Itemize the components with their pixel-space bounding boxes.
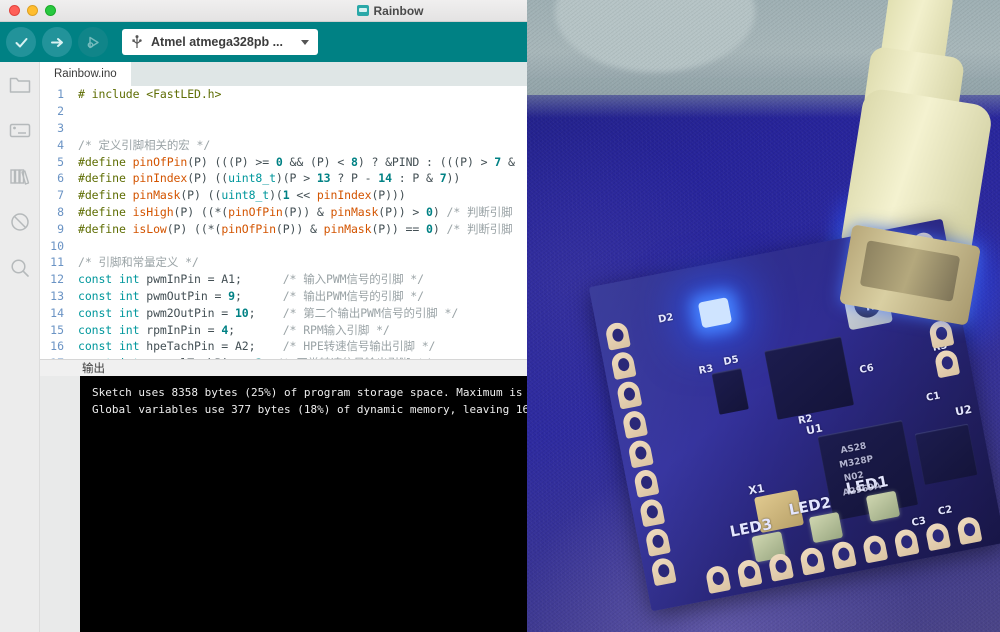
screenshot-root: Rainbow Atmel atmega328pb ... Rainbow.in… [0,0,1000,632]
window-title-text: Rainbow [373,3,424,18]
output-title: 输出 [82,363,105,375]
output-header: 输出 [40,359,540,376]
tab-label: Rainbow.ino [54,68,117,80]
line-number: 10 [50,238,64,253]
line-number: 14 [50,305,64,320]
code-line: 12 const int pwmInPin = A1; /* 输入PWM信号的引脚… [40,271,540,288]
code-line: 3 [40,120,540,137]
code-line: 6 #define pinIndex(P) ((uint8_t)(P > 13 ?… [40,170,540,187]
line-number: 9 [57,221,64,236]
code-text: const int hpeTachPin = A2; /* HPE转速信号输出引… [78,339,436,354]
code-text: #define pinIndex(P) ((uint8_t)(P > 13 ? … [78,171,461,186]
ide-body: Rainbow.ino 1 # include <FastLED.h> 2 3 4 /* … [0,62,540,632]
code-text: const int normalTachPin = 3; /* 正常转速信号输出… [78,355,431,359]
line-number: 12 [50,272,64,287]
sidebar-item-debug[interactable] [8,210,32,234]
code-text: /* 引脚和常量定义 */ [78,255,199,270]
line-number: 3 [57,120,64,135]
code-line: 16 const int hpeTachPin = A2; /* HPE转速信号输… [40,338,540,355]
verify-button[interactable] [6,27,36,57]
line-number: 5 [57,154,64,169]
line-number: 13 [50,288,64,303]
circle-slash-icon [10,213,29,231]
sidebar-item-library-manager[interactable] [8,164,32,188]
console-line: Sketch uses 8358 bytes (25%) of program … [92,386,540,399]
line-number: 4 [57,137,64,152]
code-line: 10 [40,237,540,254]
line-number: 2 [57,104,64,119]
code-text: #define pinMask(P) ((uint8_t)(1 << pinIn… [78,188,406,203]
code-line: 1 # include <FastLED.h> [40,86,540,103]
board-select-label: Atmel atmega328pb ... [151,35,283,49]
code-text: const int rpmInPin = 4; /* RPM输入引脚 */ [78,322,390,337]
photo-overlay: LED3 LED2 LED1 RST R2 R3 R4 R5 C1 C2 C3 … [527,0,1000,632]
output-panel: 输出 Sketch uses 8358 bytes (25%) of progr… [40,359,540,632]
sidebar-item-sketchbook[interactable] [8,72,32,96]
line-number: 11 [50,255,64,270]
board-icon [9,123,30,138]
chevron-down-icon [301,39,309,45]
code-text: #define isLow(P) ((*(pinOfPin(P)) & pinM… [78,221,513,236]
code-line: 2 [40,103,540,120]
line-number: 1 [57,87,64,102]
books-icon [9,169,29,185]
code-line: 9 #define isLow(P) ((*(pinOfPin(P)) & pin… [40,220,540,237]
folder-icon [9,77,30,93]
line-number: 8 [57,204,64,219]
window-titlebar: Rainbow [0,0,540,22]
window-title: Rainbow [0,4,540,18]
code-line: 17const int normalTachPin = 3; /* 正常转速信号… [40,355,540,359]
debug-button[interactable] [78,27,108,57]
code-text: #define pinOfPin(P) (((P) >= 0 && (P) < … [78,154,515,169]
code-line: 8 #define isHigh(P) ((*(pinOfPin(P)) & pi… [40,204,540,221]
upload-button[interactable] [42,27,72,57]
tab-rainbow-ino[interactable]: Rainbow.ino [40,62,131,86]
code-line: 7 #define pinMask(P) ((uint8_t)(1 << pinI… [40,187,540,204]
chip-usb-controller [764,336,855,420]
code-line: 5 #define pinOfPin(P) (((P) >= 0 && (P) <… [40,153,540,170]
code-text: #define isHigh(P) ((*(pinOfPin(P)) & pin… [78,204,513,219]
board-select[interactable]: Atmel atmega328pb ... [122,29,318,55]
code-line: 13 const int pwmOutPin = 9; /* 输出PWM信号的引脚… [40,288,540,305]
tab-bar: Rainbow.ino [40,62,540,86]
code-text: # include <FastLED.h> [78,87,222,102]
search-icon [10,259,29,277]
line-number: 6 [57,171,64,186]
sidebar-item-search[interactable] [8,256,32,280]
code-text: /* 定义引脚相关的宏 */ [78,137,211,152]
code-line: 14 const int pwm2OutPin = 10; /* 第二个输出PWM… [40,304,540,321]
line-number: 16 [50,339,64,354]
output-console[interactable]: Sketch uses 8358 bytes (25%) of program … [80,376,540,632]
line-number: 7 [57,188,64,203]
code-line: 4 /* 定义引脚相关的宏 */ [40,136,540,153]
arduino-ide-window: Rainbow Atmel atmega328pb ... Rainbow.in… [0,0,540,632]
activity-bar [0,62,40,632]
editor-area: Rainbow.ino 1 # include <FastLED.h> 2 3 4 /* … [40,62,540,632]
usb-icon [132,35,142,48]
code-text: const int pwmOutPin = 9; /* 输出PWM信号的引脚 *… [78,288,424,303]
code-text: const int pwm2OutPin = 10; /* 第二个输出PWM信号… [78,305,459,320]
code-line: 15 const int rpmInPin = 4; /* RPM输入引脚 */ [40,321,540,338]
code-text: const int pwmInPin = A1; /* 输入PWM信号的引脚 *… [78,272,424,287]
line-number: 15 [50,322,64,337]
app-icon [356,5,369,16]
code-line: 11 /* 引脚和常量定义 */ [40,254,540,271]
line-number: 17 [40,356,78,359]
console-line: Global variables use 377 bytes (18%) of … [92,403,540,416]
ide-toolbar: Atmel atmega328pb ... [0,22,540,62]
code-editor[interactable]: 1 # include <FastLED.h> 2 3 4/* 定义引脚相关的宏 */5… [40,86,540,359]
sidebar-item-boards-manager[interactable] [8,118,32,142]
chip-u2 [914,423,978,485]
